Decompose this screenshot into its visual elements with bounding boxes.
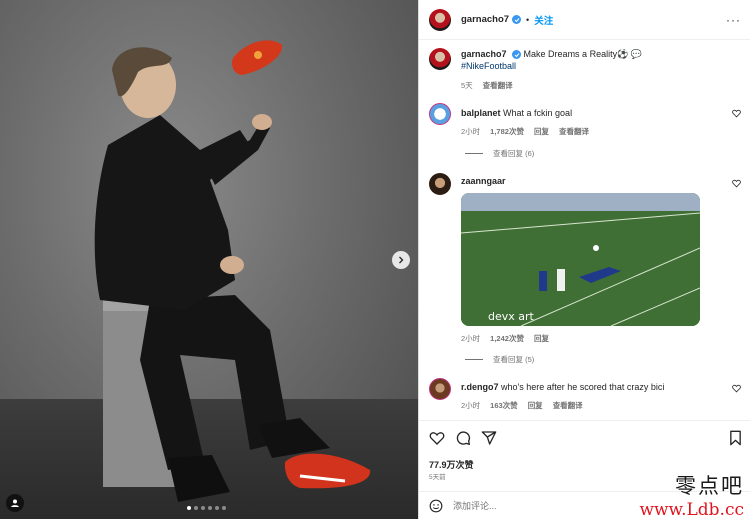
comment-video[interactable]: devx art (461, 193, 700, 326)
comment-likes[interactable]: 1,782次赞 (490, 126, 524, 137)
comment-item: zaanngaar devx art 2小时 1,242次赞 回复 (429, 173, 749, 344)
comment-text: What a fckin goal (503, 108, 573, 118)
view-replies-label: 查看回复 (5) (493, 355, 535, 364)
heart-icon[interactable] (732, 109, 741, 118)
carousel-indicator (187, 506, 226, 510)
avatar[interactable] (429, 173, 451, 195)
chevron-right-icon (399, 256, 404, 264)
author-username[interactable]: garnacho7 (461, 14, 509, 25)
view-replies-label: 查看回复 (6) (493, 149, 535, 158)
post-caption: garnacho7 Make Dreams a Reality⚽ 💬 #Nike… (429, 48, 739, 91)
comment-age: 2小时 (461, 127, 481, 136)
reply-button[interactable]: 回复 (528, 400, 543, 411)
avatar[interactable] (429, 103, 451, 125)
caption-username[interactable]: garnacho7 (461, 49, 507, 59)
caption-body: Make Dreams a Reality⚽ (523, 49, 629, 59)
verified-icon (512, 50, 522, 60)
heart-icon[interactable] (732, 179, 741, 188)
carousel-dot (201, 506, 205, 510)
comment-meta: 2小时 163次赞 回复 查看翻译 (461, 400, 723, 411)
caption-text: garnacho7 Make Dreams a Reality⚽ 💬 #Nike… (461, 48, 642, 72)
share-icon[interactable] (481, 430, 497, 446)
heart-icon[interactable] (732, 384, 741, 393)
see-translation-link[interactable]: 查看翻译 (553, 400, 583, 411)
carousel-dot (194, 506, 198, 510)
add-comment-input[interactable] (453, 500, 653, 511)
football-clip-frame (461, 193, 700, 326)
comment-icon[interactable] (455, 430, 471, 446)
hashtag-link[interactable]: #NikeFootball (461, 61, 516, 71)
separator: • (526, 14, 530, 25)
comment-meta: 2小时 1,782次赞 回复 查看翻译 (461, 126, 723, 137)
comment-username[interactable]: r.dengo7 (461, 382, 499, 392)
caption-age: 5天 (461, 81, 473, 90)
comment-likes[interactable]: 163次赞 (490, 400, 518, 411)
comment-likes[interactable]: 1,242次赞 (490, 333, 524, 344)
avatar[interactable] (429, 8, 451, 31)
post-time: 5天前 (429, 474, 446, 481)
avatar[interactable] (429, 378, 451, 400)
comment-username[interactable]: balplanet (461, 108, 501, 118)
post-media[interactable] (0, 0, 418, 519)
likes-count[interactable]: 77.9万次赞 (429, 458, 474, 471)
bookmark-icon[interactable] (728, 430, 743, 446)
avatar[interactable] (429, 48, 451, 70)
carousel-dot (208, 506, 212, 510)
comment-item: r.dengo7 who's here after he scored that… (429, 378, 749, 411)
emoji-icon[interactable] (429, 499, 443, 513)
verified-icon (512, 15, 522, 24)
post-side-panel: garnacho7 • 关注 ··· garnacho7 Make Dreams… (418, 0, 750, 519)
post-header: garnacho7 • 关注 ··· (419, 0, 750, 40)
view-replies-button[interactable]: 查看回复 (5) (465, 354, 534, 365)
reply-button[interactable]: 回复 (534, 333, 549, 344)
carousel-dot (187, 506, 191, 510)
site-watermark: 零点吧 www.Ldb.cc (639, 470, 744, 519)
comment-meta: 2小时 1,242次赞 回复 (461, 333, 723, 344)
user-tag-icon (11, 499, 19, 507)
watermark-cn: 零点吧 (675, 474, 744, 498)
carousel-dot (222, 506, 226, 510)
reply-button[interactable]: 回复 (534, 126, 549, 137)
video-watermark: devx art (488, 310, 534, 323)
like-heart-icon[interactable] (429, 430, 445, 446)
next-photo-button[interactable] (392, 251, 410, 269)
comment-text: who's here after he scored that crazy bi… (501, 382, 665, 392)
carousel-dot (215, 506, 219, 510)
user-tag-button[interactable] (6, 494, 24, 512)
comment-age: 2小时 (461, 401, 481, 410)
instagram-post-view: garnacho7 • 关注 ··· garnacho7 Make Dreams… (0, 0, 750, 519)
watermark-url: www.Ldb.cc (639, 500, 744, 519)
follow-button[interactable]: 关注 (534, 13, 553, 27)
comment-item: balplanet What a fckin goal 2小时 1,782次赞 … (429, 103, 749, 137)
see-translation-link[interactable]: 查看翻译 (559, 126, 589, 137)
comment-username[interactable]: zaanngaar (461, 176, 506, 186)
view-replies-button[interactable]: 查看回复 (6) (465, 148, 534, 159)
more-options-button[interactable]: ··· (726, 13, 741, 27)
caption-meta: 5天 查看翻译 (461, 80, 739, 91)
post-photo (94, 40, 371, 502)
see-translation-link[interactable]: 查看翻译 (483, 80, 513, 91)
emoji-icon: 💬 (630, 49, 643, 59)
comment-age: 2小时 (461, 334, 481, 343)
